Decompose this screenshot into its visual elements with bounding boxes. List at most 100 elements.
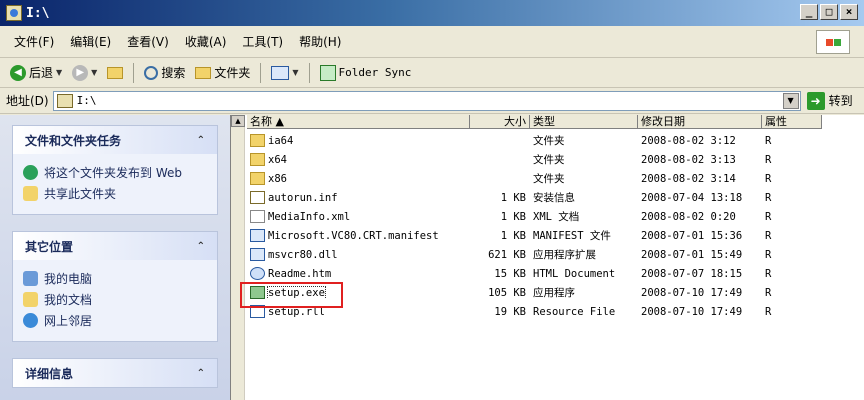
file-attributes: R — [765, 248, 772, 261]
go-button[interactable]: ➜ 转到 — [806, 91, 853, 110]
computer-icon — [23, 271, 38, 286]
file-name-cell[interactable]: msvcr80.dll — [247, 248, 470, 261]
header-date[interactable]: 修改日期 — [638, 115, 762, 129]
file-name-cell[interactable]: setup.exe — [247, 286, 470, 299]
file-name-cell[interactable]: Readme.htm — [247, 267, 470, 280]
collapse-icon[interactable]: ⌃ — [197, 241, 205, 252]
file-name-cell[interactable]: setup.rll — [247, 305, 470, 318]
menu-favorites[interactable]: 收藏(A) — [185, 33, 227, 50]
dll-file-icon — [250, 248, 265, 261]
group-title: 详细信息 — [25, 366, 74, 381]
folder-sync-button[interactable]: Folder Sync — [318, 64, 414, 81]
file-modified-date: 2008-08-02 3:13 — [641, 153, 736, 166]
chevron-down-icon[interactable]: ▼ — [91, 68, 97, 77]
setup-info-icon — [250, 191, 265, 204]
file-attributes: R — [765, 172, 772, 185]
file-name: MediaInfo.xml — [268, 210, 351, 223]
back-arrow-icon: ◀ — [10, 64, 26, 81]
publish-icon — [23, 165, 38, 180]
header-type[interactable]: 类型 — [530, 115, 638, 129]
table-row[interactable]: Microsoft.VC80.CRT.manifest 1 KB MANIFEST … — [247, 226, 822, 245]
table-row[interactable]: msvcr80.dll 621 KB 应用程序扩展 2008-07-01 15:49 R — [247, 245, 822, 264]
file-modified-date: 2008-07-10 17:49 — [641, 286, 743, 299]
network-places-link[interactable]: 网上邻居 — [23, 312, 207, 329]
table-row[interactable]: Readme.htm 15 KB HTML Document 2008-07-07 1… — [247, 264, 822, 283]
header-attributes[interactable]: 属性 — [762, 115, 822, 129]
chevron-down-icon[interactable]: ▼ — [292, 68, 298, 77]
minimize-button[interactable]: _ — [800, 4, 818, 20]
group-title: 文件和文件夹任务 — [25, 133, 122, 148]
header-size[interactable]: 大小 — [470, 115, 530, 129]
file-name-cell[interactable]: Microsoft.VC80.CRT.manifest — [247, 229, 470, 242]
window-title: I:\ — [26, 5, 50, 21]
collapse-icon[interactable]: ⌃ — [197, 135, 205, 146]
search-button[interactable]: 搜索 — [142, 64, 187, 81]
table-row[interactable]: setup.exe 105 KB 应用程序 2008-07-10 17:49 R — [247, 283, 822, 302]
up-button[interactable] — [105, 66, 125, 79]
file-name-cell[interactable]: ia64 — [247, 134, 470, 147]
file-name: setup.exe — [267, 286, 326, 299]
header-name[interactable]: 名称 ▲ — [247, 115, 470, 129]
details-group: 详细信息 ⌃ — [12, 358, 218, 388]
other-places-header[interactable]: 其它位置 ⌃ — [13, 232, 217, 260]
file-name: Readme.htm — [268, 267, 332, 280]
resource-file-icon — [250, 305, 265, 318]
file-rows: ia64 文件夹 2008-08-02 3:12 Rx64 文件夹 2008-08-02 … — [247, 131, 822, 321]
drive-icon — [6, 5, 22, 21]
folders-button[interactable]: 文件夹 — [193, 64, 252, 81]
close-button[interactable]: × — [840, 4, 858, 20]
file-tasks-header[interactable]: 文件和文件夹任务 ⌃ — [13, 126, 217, 154]
chevron-down-icon[interactable]: ▼ — [782, 92, 799, 109]
toolbar-divider — [133, 62, 135, 83]
menu-help[interactable]: 帮助(H) — [299, 33, 341, 50]
my-documents-link[interactable]: 我的文档 — [23, 291, 207, 308]
file-attributes: R — [765, 229, 772, 242]
scrollbar-track[interactable] — [231, 127, 245, 400]
publish-web-link[interactable]: 将这个文件夹发布到 Web — [23, 164, 207, 181]
maximize-button[interactable]: □ — [820, 4, 838, 20]
link-label: 共享此文件夹 — [44, 187, 117, 201]
collapse-icon[interactable]: ⌃ — [197, 368, 205, 379]
file-modified-date: 2008-08-02 0:20 — [641, 210, 736, 223]
views-icon — [271, 65, 290, 80]
menu-tools[interactable]: 工具(T) — [242, 33, 283, 50]
toolbar-divider — [260, 62, 262, 83]
network-icon — [23, 313, 38, 328]
table-row[interactable]: x86 文件夹 2008-08-02 3:14 R — [247, 169, 822, 188]
details-header[interactable]: 详细信息 ⌃ — [13, 359, 217, 387]
file-name-cell[interactable]: x86 — [247, 172, 470, 185]
file-attributes: R — [765, 134, 772, 147]
file-name: x86 — [268, 172, 287, 185]
forward-button[interactable]: ▶ ▼ — [70, 64, 99, 81]
my-computer-link[interactable]: 我的电脑 — [23, 270, 207, 287]
menu-view[interactable]: 查看(V) — [127, 33, 169, 50]
forward-arrow-icon: ▶ — [72, 64, 89, 81]
table-row[interactable]: ia64 文件夹 2008-08-02 3:12 R — [247, 131, 822, 150]
folder-icon — [195, 66, 212, 79]
table-row[interactable]: autorun.inf 1 KB 安装信息 2008-07-04 13:18 R — [247, 188, 822, 207]
file-name-cell[interactable]: x64 — [247, 153, 470, 166]
scroll-up-button[interactable]: ▲ — [231, 115, 245, 127]
table-row[interactable]: setup.rll 19 KB Resource File 2008-07-10 17… — [247, 302, 822, 321]
folders-label: 文件夹 — [214, 66, 251, 80]
menu-edit[interactable]: 编辑(E) — [70, 33, 111, 50]
share-folder-link[interactable]: 共享此文件夹 — [23, 185, 207, 202]
back-button[interactable]: ◀ 后退 ▼ — [8, 64, 64, 81]
file-type: MANIFEST 文件 — [533, 230, 611, 242]
table-row[interactable]: x64 文件夹 2008-08-02 3:13 R — [247, 150, 822, 169]
address-value: I:\ — [76, 94, 97, 107]
menu-file[interactable]: 文件(F) — [14, 33, 54, 50]
chevron-down-icon[interactable]: ▼ — [56, 68, 62, 77]
search-label: 搜索 — [161, 66, 186, 80]
file-type: 安装信息 — [533, 192, 575, 204]
file-name-cell[interactable]: autorun.inf — [247, 191, 470, 204]
search-icon — [144, 65, 159, 80]
file-name-cell[interactable]: MediaInfo.xml — [247, 210, 470, 223]
file-name: setup.rll — [268, 305, 325, 318]
address-input[interactable]: I:\ ▼ — [52, 90, 801, 111]
views-button[interactable]: ▼ — [269, 65, 300, 80]
file-name: msvcr80.dll — [268, 248, 338, 261]
file-type: 应用程序扩展 — [533, 249, 596, 261]
table-row[interactable]: MediaInfo.xml 1 KB XML 文档 2008-08-02 0:20 R — [247, 207, 822, 226]
file-modified-date: 2008-08-02 3:14 — [641, 172, 736, 185]
